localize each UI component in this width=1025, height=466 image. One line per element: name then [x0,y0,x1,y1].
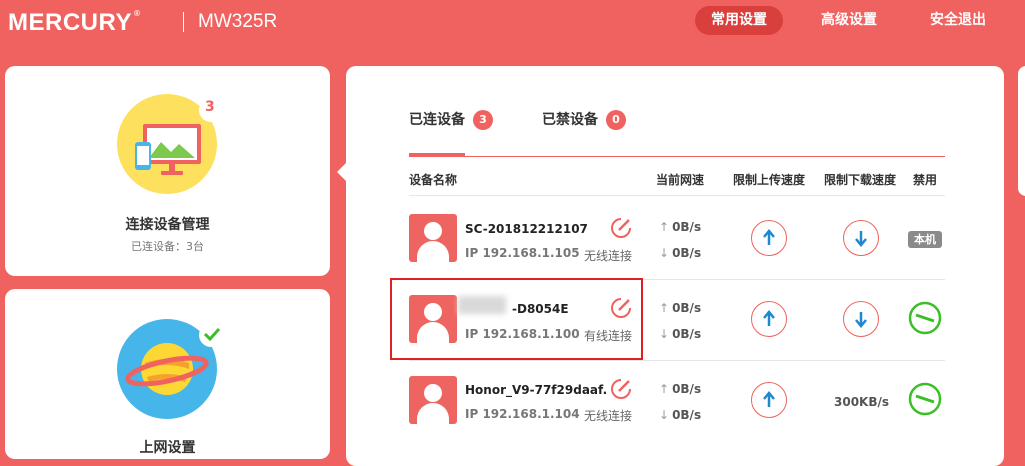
card-pointer [337,163,346,181]
arrow-up-icon [763,310,775,326]
row-line [409,360,945,361]
connection-type: 无线连接 [584,249,633,263]
col-download-limit: 限制下载速度 [824,173,897,187]
tab-connected-count: 3 [473,110,493,130]
download-speed-value: 0B/s [672,408,702,422]
download-limit-button[interactable] [843,220,879,256]
device-management-subtitle: 已连设备：3台 [131,240,204,253]
col-ban: 禁用 [913,173,938,187]
local-device-badge: 本机 [908,231,942,248]
device-ip: IP 192.168.1.104 [465,407,580,421]
trademark: ® [133,9,141,18]
upload-speed: ↑ 0B/s [659,301,702,315]
ban-device-button[interactable] [908,382,942,416]
download-speed: ↓ 0B/s [659,327,702,341]
col-device-name: 设备名称 [409,173,458,187]
nav-logout[interactable]: 安全退出 [914,6,1002,35]
upload-speed: ↑ 0B/s [659,382,702,396]
device-management-title: 连接设备管理 [125,217,210,233]
arrow-up-icon [763,391,775,407]
connection-type: 无线连接 [584,409,633,423]
upload-speed: ↑ 0B/s [659,220,702,234]
download-speed-value: 0B/s [672,246,702,260]
device-management-card[interactable]: 3 连接设备管理 已连设备：3台 [5,66,330,276]
device-avatar [409,214,457,262]
download-speed: ↓ 0B/s [659,246,702,260]
internet-settings-title: 上网设置 [139,440,196,456]
tab-banned-count: 0 [606,110,626,130]
tab-banned-label: 已禁设备 [542,112,598,128]
upload-speed-value: 0B/s [672,382,702,396]
model-name: MW325R [198,11,278,32]
upload-speed-value: 0B/s [672,220,702,234]
upload-limit-button[interactable] [751,220,787,256]
download-limit-button[interactable] [843,301,879,337]
tab-connected-label: 已连设备 [409,112,465,128]
edit-name-icon[interactable] [610,217,632,239]
col-current-speed: 当前网速 [656,173,705,187]
arrow-down-icon [855,312,867,328]
highlight-box [390,278,643,360]
brand-name: MERCURY [8,9,132,36]
upload-limit-button[interactable] [751,301,787,337]
col-upload-limit: 限制上传速度 [733,173,806,187]
device-name: Honor_V9-77f29daaf. [465,383,608,397]
arrow-down-icon [855,231,867,247]
ban-device-button[interactable] [908,301,942,335]
tab-connected-devices[interactable]: 已连设备 3 [409,109,493,130]
device-ip: IP 192.168.1.105 [465,246,580,260]
header-row-line [409,195,945,196]
nav-common-settings[interactable]: 常用设置 [695,6,783,35]
upload-limit-button[interactable] [751,382,787,418]
internet-settings-card[interactable]: 上网设置 [5,289,330,459]
connected-count-badge: 3 [205,99,215,115]
device-list-panel: 已连设备 3 已禁设备 0 设备名称 当前网速 限制上传速度 限制下载速度 禁用 S… [346,66,1004,466]
brand-logo: MERCURY ® [8,9,140,37]
nav-advanced-settings[interactable]: 高级设置 [805,6,893,35]
logo-separator [183,12,184,32]
download-speed-value: 0B/s [672,327,702,341]
download-speed: ↓ 0B/s [659,408,702,422]
side-card-edge [1018,66,1025,196]
device-avatar [409,376,457,424]
edit-name-icon[interactable] [610,378,632,400]
tab-banned-devices[interactable]: 已禁设备 0 [542,109,626,130]
device-name: SC-201812212107 [465,222,588,236]
upload-speed-value: 0B/s [672,301,702,315]
tabs-divider [409,156,945,157]
arrow-up-icon [763,229,775,245]
check-icon [203,327,221,341]
download-limit-value[interactable]: 300KB/s [834,395,889,409]
